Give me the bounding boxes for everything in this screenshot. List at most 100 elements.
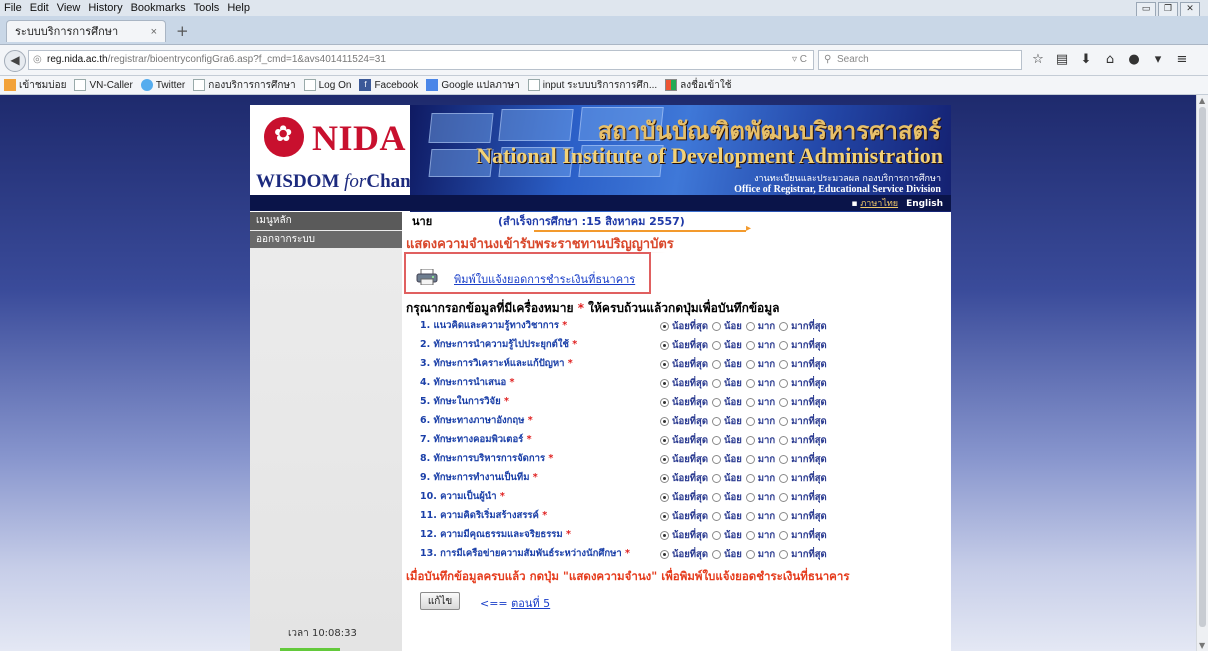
rating-option[interactable]: มาก <box>745 433 775 448</box>
bookmark-registrar-division[interactable]: กองบริการการศึกษา <box>189 78 299 93</box>
radio-button[interactable] <box>779 550 789 559</box>
rating-option[interactable]: น้อยที่สุด <box>660 452 708 467</box>
rating-option[interactable]: มากที่สุด <box>779 471 827 486</box>
rating-option[interactable]: น้อยที่สุด <box>660 357 708 372</box>
bookmark-star-icon[interactable]: ☆ <box>1030 52 1046 67</box>
edit-button[interactable]: แก้ไข <box>420 592 460 610</box>
bookmark-input-service[interactable]: input ระบบบริการการศึก... <box>524 78 661 93</box>
radio-button[interactable] <box>660 322 669 331</box>
rating-option[interactable]: มากที่สุด <box>779 357 827 372</box>
radio-button[interactable] <box>779 379 789 388</box>
menu-item-view[interactable]: View <box>53 2 85 14</box>
radio-button[interactable] <box>745 474 755 483</box>
radio-button[interactable] <box>712 455 721 464</box>
radio-button[interactable] <box>779 398 789 407</box>
rating-option[interactable]: มาก <box>745 528 775 543</box>
reading-list-icon[interactable]: ▤ <box>1054 52 1070 67</box>
printer-icon[interactable] <box>416 269 438 285</box>
rating-option[interactable]: น้อย <box>712 433 742 448</box>
rating-option[interactable]: มากที่สุด <box>779 528 827 543</box>
rating-option[interactable]: มากที่สุด <box>779 376 827 391</box>
rating-option[interactable]: น้อยที่สุด <box>660 319 708 334</box>
menu-item-history[interactable]: History <box>84 2 126 14</box>
radio-button[interactable] <box>779 493 789 502</box>
bookmark-vn-caller[interactable]: VN-Caller <box>70 79 136 91</box>
rating-option[interactable]: น้อยที่สุด <box>660 471 708 486</box>
rating-option[interactable]: มากที่สุด <box>779 509 827 524</box>
rating-option[interactable]: มาก <box>745 319 775 334</box>
rating-option[interactable]: มาก <box>745 547 775 562</box>
radio-button[interactable] <box>712 531 721 540</box>
search-input[interactable]: ⚲ Search <box>818 50 1022 70</box>
radio-button[interactable] <box>745 531 755 540</box>
rating-option[interactable]: น้อย <box>712 395 742 410</box>
minimize-icon[interactable]: ▭ <box>1136 2 1156 17</box>
radio-button[interactable] <box>745 398 755 407</box>
rating-option[interactable]: น้อย <box>712 376 742 391</box>
bookmark-log-on[interactable]: Log On <box>300 79 356 91</box>
menu-item-file[interactable]: File <box>0 2 26 14</box>
radio-button[interactable] <box>660 379 669 388</box>
rating-option[interactable]: มากที่สุด <box>779 338 827 353</box>
back-to-part-5-link[interactable]: <== ตอนที่ 5 <box>480 594 550 612</box>
rating-option[interactable]: น้อย <box>712 319 742 334</box>
rating-option[interactable]: มาก <box>745 395 775 410</box>
radio-button[interactable] <box>660 531 669 540</box>
radio-button[interactable] <box>660 512 669 521</box>
rating-option[interactable]: น้อยที่สุด <box>660 414 708 429</box>
radio-button[interactable] <box>712 322 721 331</box>
radio-button[interactable] <box>745 360 755 369</box>
rating-option[interactable]: มาก <box>745 357 775 372</box>
rating-option[interactable]: น้อยที่สุด <box>660 547 708 562</box>
radio-button[interactable] <box>712 341 721 350</box>
radio-button[interactable] <box>660 436 669 445</box>
rating-option[interactable]: น้อยที่สุด <box>660 433 708 448</box>
menu-item-tools[interactable]: Tools <box>190 2 224 14</box>
rating-option[interactable]: น้อยที่สุด <box>660 376 708 391</box>
close-icon[interactable]: ✕ <box>1180 2 1200 17</box>
rating-option[interactable]: น้อย <box>712 414 742 429</box>
radio-button[interactable] <box>745 493 755 502</box>
radio-button[interactable] <box>745 512 755 521</box>
radio-button[interactable] <box>660 550 669 559</box>
radio-button[interactable] <box>745 550 755 559</box>
site-identity-icon[interactable]: ◎ <box>33 51 42 69</box>
radio-button[interactable] <box>712 474 721 483</box>
lang-thai-link[interactable]: ภาษาไทย <box>860 199 898 209</box>
radio-button[interactable] <box>779 322 789 331</box>
sidebar-main-menu[interactable]: เมนูหลัก <box>250 212 402 230</box>
scroll-up-icon[interactable]: ▲ <box>1199 96 1205 105</box>
radio-button[interactable] <box>779 455 789 464</box>
rating-option[interactable]: น้อยที่สุด <box>660 395 708 410</box>
bookmark-sign-in[interactable]: ลงชื่อเข้าใช้ <box>661 78 735 93</box>
print-payment-link[interactable]: พิมพ์ใบแจ้งยอดการชำระเงินที่ธนาคาร <box>454 270 635 288</box>
url-bar[interactable]: ◎ reg.nida.ac.th/registrar/bioentryconfi… <box>28 50 814 70</box>
rating-option[interactable]: น้อย <box>712 490 742 505</box>
rating-option[interactable]: มาก <box>745 452 775 467</box>
radio-button[interactable] <box>779 341 789 350</box>
bookmark-most-visited[interactable]: เข้าชมบ่อย <box>0 78 70 93</box>
rating-option[interactable]: มากที่สุด <box>779 452 827 467</box>
rating-option[interactable]: มากที่สุด <box>779 414 827 429</box>
radio-button[interactable] <box>779 512 789 521</box>
radio-button[interactable] <box>745 322 755 331</box>
rating-option[interactable]: น้อย <box>712 471 742 486</box>
radio-button[interactable] <box>660 417 669 426</box>
close-tab-icon[interactable]: × <box>151 21 157 43</box>
scrollbar-thumb[interactable] <box>1199 107 1206 627</box>
rating-option[interactable]: มากที่สุด <box>779 490 827 505</box>
radio-button[interactable] <box>660 474 669 483</box>
radio-button[interactable] <box>745 436 755 445</box>
radio-button[interactable] <box>779 531 789 540</box>
rating-option[interactable]: มาก <box>745 490 775 505</box>
radio-button[interactable] <box>660 341 669 350</box>
restore-icon[interactable]: ❐ <box>1158 2 1178 17</box>
rating-option[interactable]: มากที่สุด <box>779 433 827 448</box>
rating-option[interactable]: น้อย <box>712 338 742 353</box>
scroll-down-icon[interactable]: ▼ <box>1199 641 1205 650</box>
rating-option[interactable]: มากที่สุด <box>779 395 827 410</box>
rating-option[interactable]: มากที่สุด <box>779 319 827 334</box>
browser-tab[interactable]: ระบบบริการการศึกษา × <box>6 20 166 42</box>
rating-option[interactable]: น้อย <box>712 528 742 543</box>
radio-button[interactable] <box>660 493 669 502</box>
